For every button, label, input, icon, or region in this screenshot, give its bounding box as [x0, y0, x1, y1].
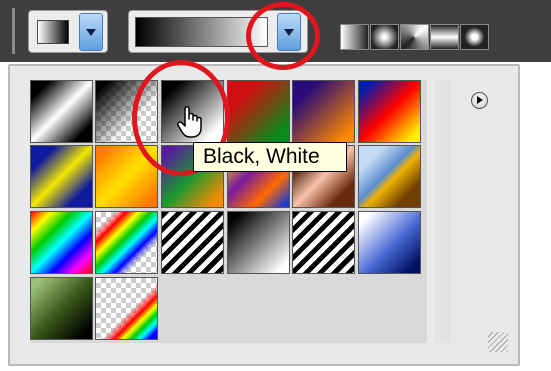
gradient-preset[interactable]: [358, 80, 421, 143]
gradient-preset[interactable]: [292, 80, 355, 143]
gradient-preset[interactable]: [227, 80, 290, 143]
gradient-preset[interactable]: [30, 145, 93, 208]
gradient-preset[interactable]: [95, 277, 158, 340]
gradient-preset[interactable]: [358, 145, 421, 208]
gradient-preset[interactable]: [30, 277, 93, 340]
gradient-preset[interactable]: [30, 211, 93, 274]
resize-grip-icon[interactable]: [488, 332, 508, 352]
gradient-picker-panel: [8, 64, 520, 366]
hand-cursor-icon: [177, 106, 202, 138]
play-icon[interactable]: [471, 92, 488, 109]
gradient-swatch-dropdown[interactable]: [28, 10, 108, 53]
angle-gradient-icon[interactable]: [400, 24, 429, 50]
linear-gradient-icon[interactable]: [340, 24, 369, 50]
gradient-preset[interactable]: [227, 211, 290, 274]
highlight-circle: [246, 2, 320, 70]
tooltip: Black, White: [193, 142, 347, 172]
gradient-preset[interactable]: [30, 80, 93, 143]
radial-gradient-icon[interactable]: [370, 24, 399, 50]
toolbar-grip: [12, 8, 15, 54]
reflected-gradient-icon[interactable]: [430, 24, 459, 50]
gradient-preset[interactable]: [161, 211, 224, 274]
gradient-preset[interactable]: [358, 211, 421, 274]
gradient-swatch-icon: [37, 20, 69, 44]
gradient-preset[interactable]: [292, 211, 355, 274]
gradient-preset[interactable]: [95, 211, 158, 274]
presets-scrollbar[interactable]: [435, 80, 451, 343]
chevron-down-icon[interactable]: [79, 13, 103, 51]
diamond-gradient-icon[interactable]: [460, 24, 489, 50]
